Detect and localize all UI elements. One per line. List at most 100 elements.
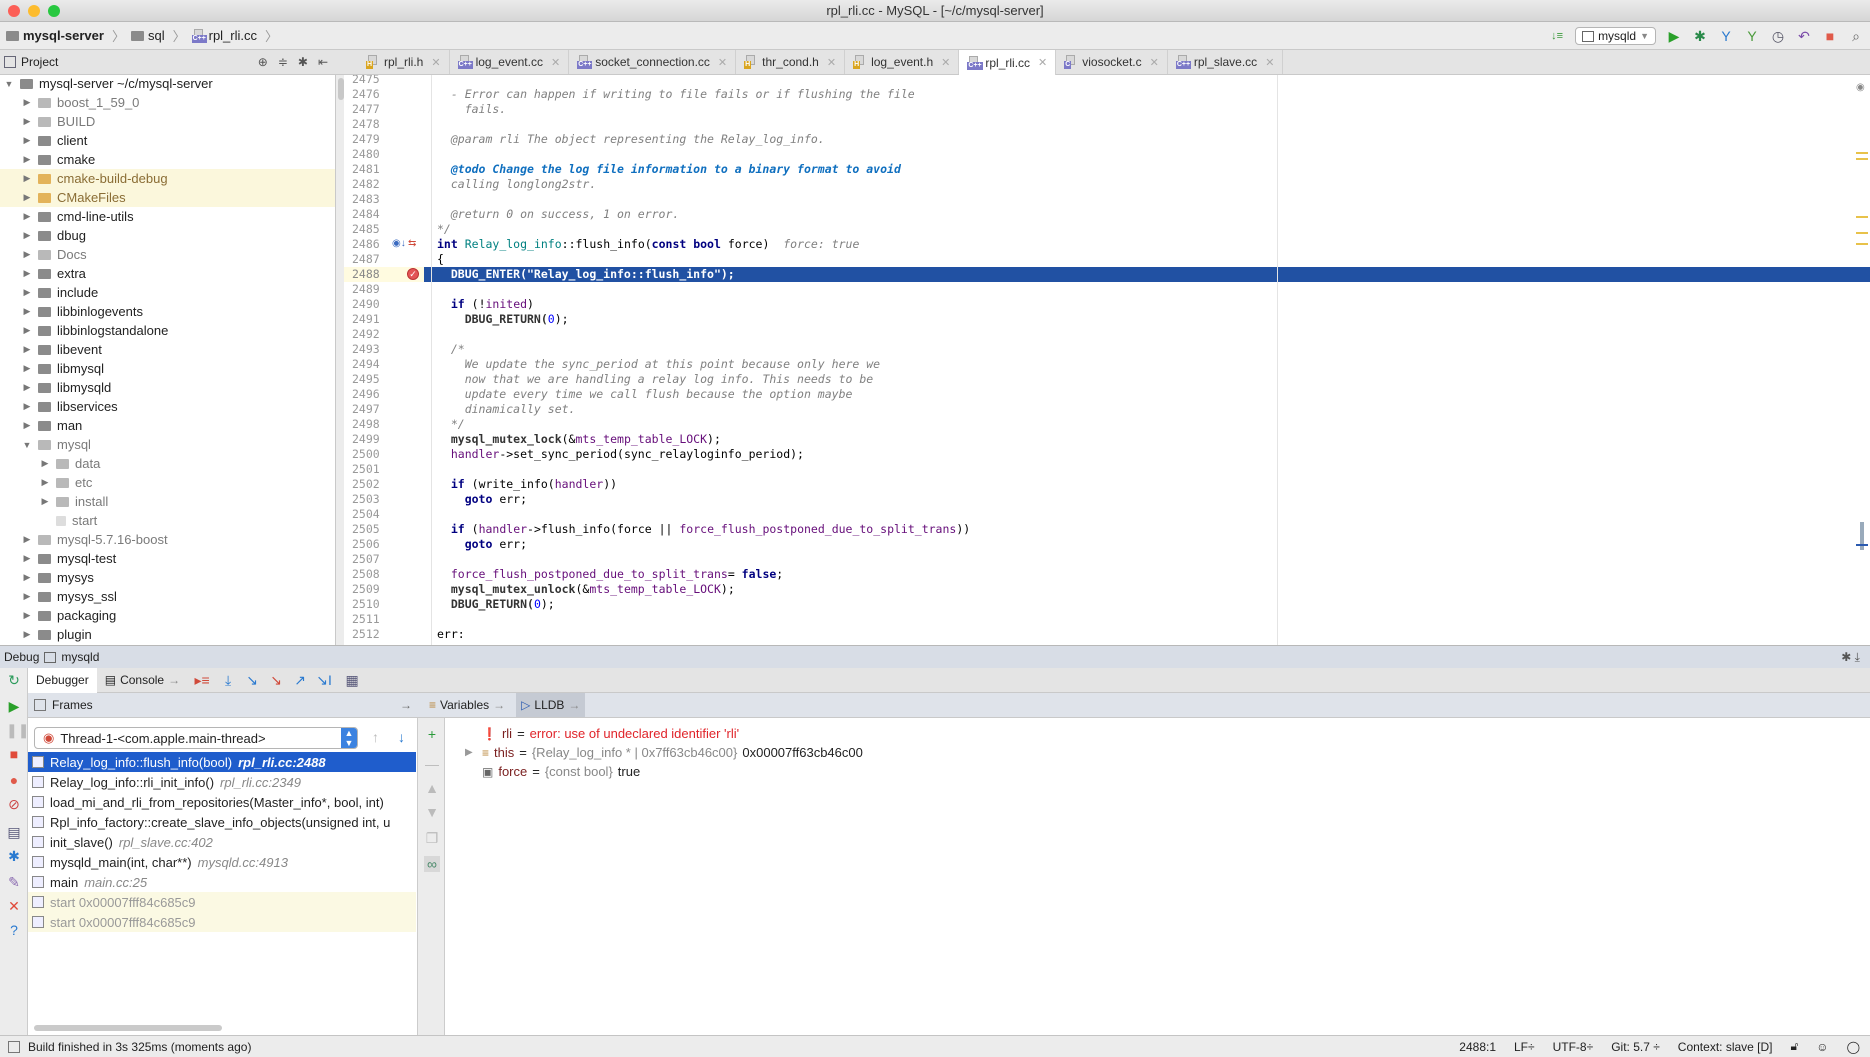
move-down-icon[interactable]: ▼ <box>424 804 440 820</box>
tree-item[interactable]: ▶ man <box>0 416 335 435</box>
tree-item[interactable]: start <box>0 511 335 530</box>
code-line[interactable]: 2485 */ <box>344 222 1870 237</box>
frame-item[interactable]: start 0x00007fff84c685c9 <box>28 912 416 932</box>
tree-item[interactable]: ▶ include <box>0 283 335 302</box>
breadcrumb-file[interactable]: C++ rpl_rli.cc 〉 <box>191 26 278 45</box>
code-line[interactable]: 2486 int Relay_log_info::flush_info(const… <box>344 237 1870 252</box>
context-select[interactable]: Context: slave [D] <box>1678 1040 1773 1054</box>
code-line[interactable]: 2491 DBUG_RETURN(0); <box>344 312 1870 327</box>
chevron-right-icon[interactable]: ▶ <box>22 553 32 564</box>
chevron-right-icon[interactable]: ▶ <box>40 477 50 488</box>
code-line[interactable]: 2487 { <box>344 252 1870 267</box>
code-line[interactable]: 2492 <box>344 327 1870 342</box>
chevron-right-icon[interactable]: ▶ <box>22 610 32 621</box>
chevron-right-icon[interactable]: ▶ <box>40 458 50 469</box>
tab-thr-cond-h[interactable]: Hthr_cond.h ✕ <box>736 50 846 74</box>
frame-item[interactable]: load_mi_and_rli_from_repositories(Master… <box>28 792 416 812</box>
code-line[interactable]: 2498 */ <box>344 417 1870 432</box>
override-icon[interactable]: ◉↓ <box>392 238 406 249</box>
tree-item[interactable]: ▶ libbinlogevents <box>0 302 335 321</box>
help-icon[interactable]: ? <box>6 922 22 938</box>
tab-variables[interactable]: ≡ Variables → <box>424 693 510 717</box>
pause-icon[interactable]: ❚❚ <box>6 722 29 738</box>
stop-icon[interactable]: ■ <box>6 746 22 762</box>
lock-icon[interactable]: 🔓︎ <box>1791 1039 1799 1054</box>
gear-icon[interactable]: ✱ ⤓ <box>1841 650 1870 665</box>
copy-icon[interactable]: ❐ <box>424 830 440 846</box>
code-line[interactable]: 2488 DBUG_ENTER("Relay_log_info::flush_i… <box>344 267 1870 282</box>
chevron-right-icon[interactable]: ▶ <box>22 211 32 222</box>
layout-icon[interactable]: ▤ <box>6 824 22 840</box>
close-tab-icon[interactable]: ✕ <box>1265 56 1274 69</box>
debug-icon[interactable]: ✱ <box>1692 28 1708 44</box>
tree-item[interactable]: ▶ libmysql <box>0 359 335 378</box>
chevron-right-icon[interactable]: ▶ <box>22 534 32 545</box>
tree-item[interactable]: ▶ mysys <box>0 568 335 587</box>
next-frame-icon[interactable]: ↓ <box>398 729 405 745</box>
close-icon[interactable]: ✕ <box>6 898 22 914</box>
code-line[interactable]: 2490 if (!inited) <box>344 297 1870 312</box>
code-line[interactable]: 2511 <box>344 612 1870 627</box>
tree-item[interactable]: ▶ libservices <box>0 397 335 416</box>
tree-item[interactable]: ▶ mysql-test <box>0 549 335 568</box>
code-line[interactable]: 2509 mysql_mutex_unlock(&mts_temp_table_… <box>344 582 1870 597</box>
code-line[interactable]: 2477 fails. <box>344 102 1870 117</box>
tab-rpl-rli-h[interactable]: Hrpl_rli.h ✕ <box>358 50 450 74</box>
tab-rpl-rli-cc[interactable]: C++ rpl_rli.cc ✕ <box>959 50 1057 75</box>
thread-select[interactable]: ◉ Thread-1-<com.apple.main-thread> ▲ ▼ <box>34 727 358 749</box>
chevron-right-icon[interactable]: ▶ <box>22 572 32 583</box>
variable-item[interactable]: ▶ ≡ this = {Relay_log_info * | 0x7ff63cb46… <box>465 743 863 762</box>
chevron-right-icon[interactable]: ▶ <box>22 344 32 355</box>
hide-icon[interactable]: ⇤ <box>318 55 328 69</box>
inspection-eye-icon[interactable]: ◉ <box>1856 82 1865 93</box>
code-line[interactable]: 2484 @return 0 on success, 1 on error. <box>344 207 1870 222</box>
chevron-right-icon[interactable]: ▶ <box>22 154 32 165</box>
chevron-right-icon[interactable]: ▶ <box>22 192 32 203</box>
tree-item[interactable]: ▶ dbug <box>0 226 335 245</box>
tree-item[interactable]: ▶ mysql-5.7.16-boost <box>0 530 335 549</box>
implementation-icon[interactable]: ⇆ <box>408 238 416 249</box>
code-line[interactable]: 2482 calling longlong2str. <box>344 177 1870 192</box>
settings-icon[interactable]: ✱ <box>6 848 22 864</box>
close-tab-icon[interactable]: ✕ <box>1038 56 1047 69</box>
history-icon[interactable]: ◷ <box>1770 28 1786 44</box>
tree-item[interactable]: ▶ CMakeFiles <box>0 188 335 207</box>
chevron-right-icon[interactable]: ▶ <box>22 135 32 146</box>
tree-item[interactable]: ▶ cmake <box>0 150 335 169</box>
project-panel-title[interactable]: Project <box>21 55 58 69</box>
code-line[interactable]: 2505 if (handler->flush_info(force || fo… <box>344 522 1870 537</box>
code-line[interactable]: 2512 err: <box>344 627 1870 642</box>
close-window-button[interactable] <box>8 5 20 17</box>
chevron-right-icon[interactable]: ▶ <box>22 249 32 260</box>
vcs-update-icon[interactable]: Y <box>1718 28 1734 44</box>
code-line[interactable]: 2504 <box>344 507 1870 522</box>
tree-item[interactable]: ▶ plugin <box>0 625 335 644</box>
close-tab-icon[interactable]: ✕ <box>431 56 440 69</box>
code-line[interactable]: 2475 <box>344 75 1870 87</box>
tree-root[interactable]: ▼ mysql-server ~/c/mysql-server <box>0 75 335 93</box>
tree-item[interactable]: ▶ data <box>0 454 335 473</box>
caret-position[interactable]: 2488:1 <box>1459 1040 1496 1054</box>
chevron-right-icon[interactable]: ▶ <box>22 306 32 317</box>
chevron-right-icon[interactable]: ▶ <box>22 268 32 279</box>
mute-breakpoints-icon[interactable]: ⊘ <box>6 796 22 812</box>
variable-item[interactable]: ❗ rli = error: use of undeclared identifi… <box>465 724 739 743</box>
tree-item[interactable]: ▶ cmake-build-debug <box>0 169 335 188</box>
variable-item[interactable]: ▣ force = {const bool} true <box>465 762 640 781</box>
code-line[interactable]: 2499 mysql_mutex_lock(&mts_temp_table_LO… <box>344 432 1870 447</box>
chevron-right-icon[interactable]: ▶ <box>22 287 32 298</box>
chevron-right-icon[interactable]: ▶ <box>22 420 32 431</box>
code-line[interactable]: 2502 if (write_info(handler)) <box>344 477 1870 492</box>
chevron-right-icon[interactable]: ▶ <box>22 173 32 184</box>
tree-item[interactable]: ▶ extra <box>0 264 335 283</box>
evaluate-expression-icon[interactable]: ▦ <box>344 672 360 688</box>
code-line[interactable]: 2503 goto err; <box>344 492 1870 507</box>
expand-icon[interactable]: ▶ <box>465 747 477 758</box>
code-line[interactable]: 2501 <box>344 462 1870 477</box>
collapse-icon[interactable]: ≑ <box>278 55 288 69</box>
event-log-icon[interactable]: ◯ <box>1847 1040 1860 1054</box>
tree-item[interactable]: ▶ Docs <box>0 245 335 264</box>
locate-icon[interactable]: ⊕ <box>258 55 268 69</box>
tree-item[interactable]: ▶ boost_1_59_0 <box>0 93 335 112</box>
add-watch-icon[interactable]: + <box>424 726 440 742</box>
